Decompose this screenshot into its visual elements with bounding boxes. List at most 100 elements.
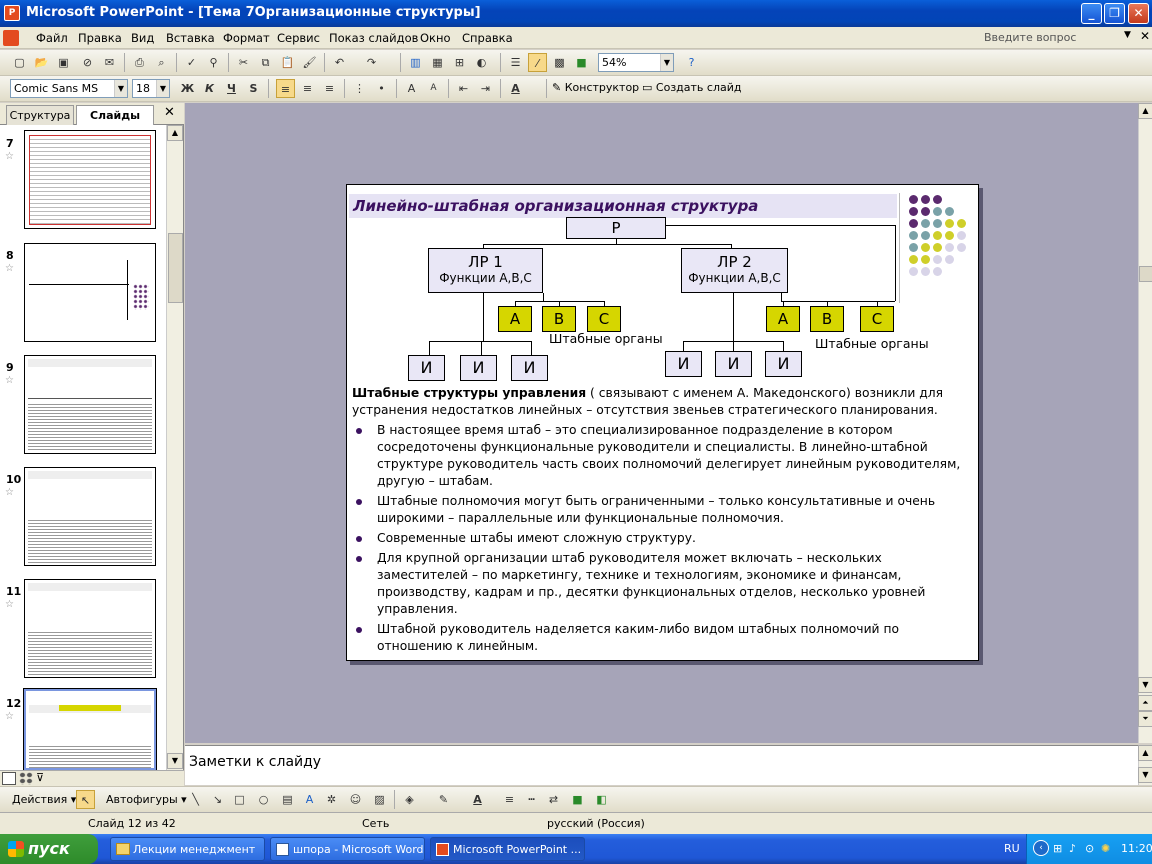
menu-slideshow[interactable]: Показ слайдов bbox=[329, 31, 418, 45]
volume-icon[interactable]: ♪ bbox=[1069, 842, 1076, 855]
color-grayscale-icon[interactable]: ■ bbox=[572, 53, 591, 72]
slide-thumbnail[interactable] bbox=[24, 243, 156, 342]
help-search-input[interactable]: Введите вопрос bbox=[984, 31, 1076, 44]
scroll-down-button[interactable]: ▼ bbox=[167, 753, 183, 769]
line-icon[interactable]: ╲ bbox=[186, 790, 205, 809]
line-color-icon[interactable]: ✎ bbox=[434, 790, 453, 809]
slide-thumbnail[interactable] bbox=[24, 130, 156, 229]
menu-tools[interactable]: Сервис bbox=[277, 31, 320, 45]
normal-view-icon[interactable] bbox=[2, 772, 16, 785]
staff-box-c[interactable]: С bbox=[860, 306, 894, 332]
dash-style-icon[interactable]: ┅ bbox=[522, 790, 541, 809]
tab-slides[interactable]: Слайды bbox=[76, 105, 154, 125]
clipart-icon[interactable]: ☺ bbox=[346, 790, 365, 809]
close-button[interactable]: ✕ bbox=[1128, 3, 1149, 24]
slide-thumbnail-selected[interactable] bbox=[23, 688, 157, 771]
select-pointer-icon[interactable]: ↖ bbox=[76, 790, 95, 809]
new-slide-button[interactable]: ▭ Создать слайд bbox=[642, 81, 741, 94]
menu-insert[interactable]: Вставка bbox=[166, 31, 215, 45]
textbox-icon[interactable]: ▤ bbox=[278, 790, 297, 809]
italic-button[interactable]: К bbox=[200, 79, 219, 98]
save-icon[interactable]: ▣ bbox=[54, 53, 73, 72]
picture-icon[interactable]: ▨ bbox=[370, 790, 389, 809]
font-color-icon[interactable]: A bbox=[468, 790, 487, 809]
expand-all-icon[interactable]: ☰ bbox=[506, 53, 525, 72]
document-icon[interactable] bbox=[3, 30, 19, 46]
help-dropdown-icon[interactable]: ▼ bbox=[1124, 30, 1131, 40]
scroll-up-button[interactable]: ▲ bbox=[167, 125, 183, 141]
bold-button[interactable]: Ж bbox=[178, 79, 197, 98]
security-icon[interactable]: ⊙ bbox=[1085, 842, 1094, 855]
exec-box[interactable]: И bbox=[765, 351, 802, 377]
notes-scrollbar[interactable]: ▲ ▼ bbox=[1138, 745, 1152, 785]
staff-box-b[interactable]: В bbox=[542, 306, 576, 332]
show-formatting-icon[interactable]: ⁄ bbox=[528, 53, 547, 72]
menu-edit[interactable]: Правка bbox=[78, 31, 122, 45]
staff-box-a[interactable]: А bbox=[766, 306, 800, 332]
slide-body-text[interactable]: Штабные структуры управления ( связывают… bbox=[352, 385, 972, 655]
print-preview-icon[interactable]: ⌕ bbox=[152, 53, 171, 72]
numbering-icon[interactable]: ⋮ bbox=[350, 79, 369, 98]
insert-diagram-icon[interactable]: ◐ bbox=[472, 53, 491, 72]
taskbar-item-word[interactable]: шпора - Microsoft Word bbox=[270, 837, 425, 861]
align-right-icon[interactable]: ≡ bbox=[320, 79, 339, 98]
start-button[interactable]: пуск bbox=[0, 834, 98, 864]
rectangle-icon[interactable]: □ bbox=[230, 790, 249, 809]
menu-view[interactable]: Вид bbox=[131, 31, 154, 45]
arrow-style-icon[interactable]: ⇄ bbox=[544, 790, 563, 809]
email-icon[interactable]: ✉ bbox=[100, 53, 119, 72]
network-icon[interactable]: ⊞ bbox=[1053, 842, 1062, 855]
fill-color-icon[interactable]: ◈ bbox=[400, 790, 419, 809]
slide-sorter-icon[interactable] bbox=[19, 772, 33, 785]
scroll-up-button[interactable]: ▲ bbox=[1138, 103, 1152, 119]
slide-thumbnail[interactable] bbox=[24, 467, 156, 566]
menu-window[interactable]: Окно bbox=[420, 31, 451, 45]
format-painter-icon[interactable]: 🖌 bbox=[300, 53, 319, 72]
underline-button[interactable]: Ч bbox=[222, 79, 241, 98]
oval-icon[interactable]: ○ bbox=[254, 790, 273, 809]
minimize-button[interactable]: _ bbox=[1081, 3, 1102, 24]
wordart-icon[interactable]: A bbox=[300, 790, 319, 809]
slideshow-icon[interactable]: ⊽ bbox=[36, 771, 44, 784]
slide-thumbnail[interactable] bbox=[24, 579, 156, 678]
scroll-down-button[interactable]: ▼ bbox=[1138, 677, 1152, 693]
exec-box[interactable]: И bbox=[665, 351, 702, 377]
exec-box[interactable]: И bbox=[715, 351, 752, 377]
slide-title[interactable]: Линейно-штабная организационная структур… bbox=[349, 194, 897, 218]
scroll-thumb[interactable] bbox=[168, 233, 183, 303]
taskbar-item-folder[interactable]: Лекции менеджмент bbox=[110, 837, 265, 861]
font-combo[interactable]: Comic Sans MS ▼ bbox=[10, 79, 128, 98]
copy-icon[interactable]: ⧉ bbox=[256, 53, 275, 72]
org-box-root[interactable]: Р bbox=[566, 217, 666, 239]
align-center-icon[interactable]: ≡ bbox=[298, 79, 317, 98]
menu-file[interactable]: Файл bbox=[36, 31, 68, 45]
open-icon[interactable]: 📂 bbox=[32, 53, 51, 72]
decrease-font-icon[interactable]: A bbox=[424, 79, 443, 98]
insert-chart-icon[interactable]: ▥ bbox=[406, 53, 425, 72]
permission-icon[interactable]: ⊘ bbox=[78, 53, 97, 72]
scroll-thumb[interactable] bbox=[1139, 266, 1152, 282]
cut-icon[interactable]: ✂ bbox=[234, 53, 253, 72]
pane-close-icon[interactable]: ✕ bbox=[164, 105, 175, 120]
font-size-combo[interactable]: 18 ▼ bbox=[132, 79, 170, 98]
line-style-icon[interactable]: ≡ bbox=[500, 790, 519, 809]
undo-icon[interactable]: ↶ bbox=[330, 53, 349, 72]
show-grid-icon[interactable]: ▩ bbox=[550, 53, 569, 72]
org-box-lr2[interactable]: ЛР 2 Функции А,В,С bbox=[681, 248, 788, 293]
previous-slide-button[interactable]: ⏶ bbox=[1138, 695, 1152, 711]
paste-icon[interactable]: 📋 bbox=[278, 53, 297, 72]
language-indicator[interactable]: RU bbox=[1004, 842, 1020, 855]
menu-format[interactable]: Формат bbox=[223, 31, 270, 45]
antivirus-icon[interactable]: ✺ bbox=[1101, 842, 1110, 855]
org-box-lr1[interactable]: ЛР 1 Функции А,В,С bbox=[428, 248, 543, 293]
next-slide-button[interactable]: ⏷ bbox=[1138, 711, 1152, 727]
increase-font-icon[interactable]: A bbox=[402, 79, 421, 98]
font-color-icon[interactable]: A bbox=[506, 79, 525, 98]
zoom-combo[interactable]: 54% ▼ bbox=[598, 53, 674, 72]
powerpoint-app-icon[interactable]: P bbox=[4, 5, 20, 21]
slide-scrollbar[interactable]: ▲ ▼ ⏶ ⏷ bbox=[1138, 103, 1152, 743]
menu-help[interactable]: Справка bbox=[462, 31, 513, 45]
spelling-icon[interactable]: ✓ bbox=[182, 53, 201, 72]
exec-box[interactable]: И bbox=[460, 355, 497, 381]
designer-button[interactable]: ✎ Конструктор bbox=[552, 81, 639, 94]
